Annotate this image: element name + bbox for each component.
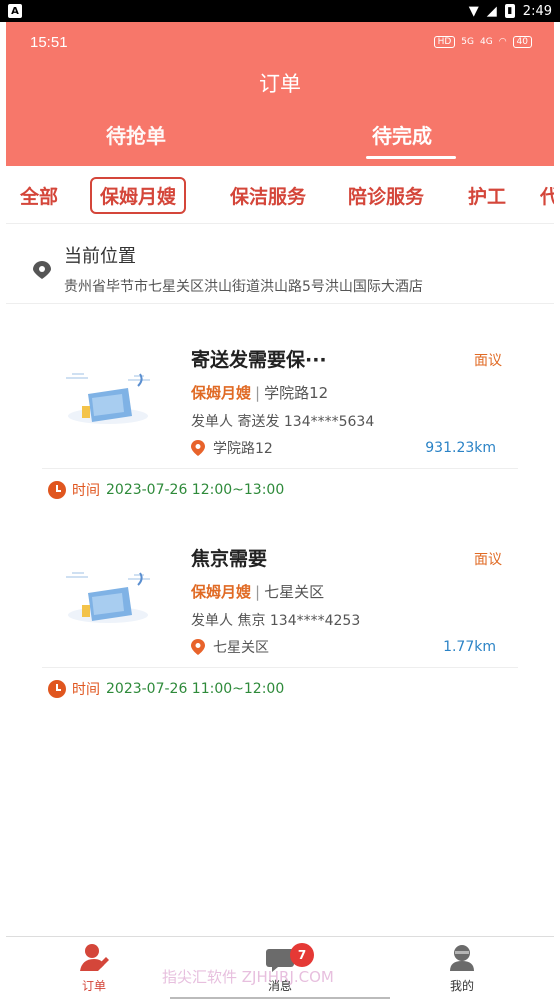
order-category-tag: 保姆月嫂 xyxy=(191,384,252,402)
order-category-tag: 保姆月嫂 xyxy=(191,583,252,601)
message-badge: 7 xyxy=(290,943,314,967)
order-illustration-icon xyxy=(66,572,150,623)
order-area: 学院路12 xyxy=(264,384,329,402)
tab-profile[interactable]: 我的 xyxy=(422,943,502,994)
active-tab-indicator xyxy=(366,156,456,159)
system-time: 2:49 xyxy=(522,3,552,19)
inner-status-icons: HD 5G 4G ◠ 40 xyxy=(433,36,532,48)
hd-icon: HD xyxy=(433,36,456,48)
system-status-bar: A ▼ ◢ ▮ 2:49 xyxy=(0,0,560,22)
time-label: 时间 xyxy=(72,483,100,499)
app-screen: 15:51 HD 5G 4G ◠ 40 订单 待抢单 待完成 全部 保姆月嫂 保… xyxy=(6,22,554,999)
signal-icon: ◢ xyxy=(486,3,497,19)
clock-icon xyxy=(48,680,66,698)
category-escort[interactable]: 陪诊服务 xyxy=(348,182,424,209)
category-filter-bar: 全部 保姆月嫂 保洁服务 陪诊服务 护工 代 xyxy=(6,166,554,224)
order-price: 面议 xyxy=(474,353,502,369)
time-value: 2023-07-26 11:00~12:00 xyxy=(106,681,285,697)
order-tag-line: 保姆月嫂 | 七星关区 xyxy=(191,581,324,602)
category-nanny[interactable]: 保姆月嫂 xyxy=(90,177,187,214)
divider xyxy=(42,468,518,469)
order-sender: 发单人 寄送发 134****5634 xyxy=(191,414,375,430)
location-title: 当前位置 xyxy=(64,246,136,267)
tab-orders-label: 订单 xyxy=(81,979,106,993)
order-sender: 发单人 焦京 134****4253 xyxy=(191,613,361,629)
watermark: 指尖汇软件 ZJHHRJ.COM xyxy=(162,968,334,986)
order-distance: 931.23km xyxy=(425,440,496,456)
map-pin-icon xyxy=(191,639,205,655)
category-cleaning[interactable]: 保洁服务 xyxy=(230,182,306,209)
order-title: 寄送发需要保··· xyxy=(191,349,327,371)
wifi-icon: ◠ xyxy=(498,37,507,47)
tab-to-complete[interactable]: 待完成 xyxy=(372,120,432,149)
order-area: 七星关区 xyxy=(264,583,325,601)
category-more[interactable]: 代 xyxy=(540,182,554,209)
category-all[interactable]: 全部 xyxy=(20,182,58,209)
order-title: 焦京需要 xyxy=(191,548,268,570)
wifi-icon: ▼ xyxy=(468,3,479,19)
divider xyxy=(42,667,518,668)
order-illustration-icon xyxy=(66,373,150,424)
app-indicator-icon: A xyxy=(8,4,22,18)
order-address: 七星关区 xyxy=(213,640,269,656)
battery-icon: ▮ xyxy=(504,4,515,18)
order-address-row: 七星关区 xyxy=(191,637,269,657)
location-address: 贵州省毕节市七星关区洪山街道洪山路5号洪山国际大酒店 xyxy=(64,279,423,295)
eye-location-icon xyxy=(33,261,51,279)
current-location[interactable]: 当前位置 贵州省毕节市七星关区洪山街道洪山路5号洪山国际大酒店 xyxy=(6,228,554,304)
clock-icon xyxy=(48,481,66,499)
time-label: 时间 xyxy=(72,682,100,698)
order-time-row: 时间 2023-07-26 11:00~12:00 xyxy=(48,679,284,699)
page-title: 订单 xyxy=(259,72,301,96)
network-5g-icon: 5G xyxy=(461,37,474,47)
order-card[interactable]: 焦京需要 面议 保姆月嫂 | 七星关区 发单人 焦京 134****4253 七星关… xyxy=(6,521,554,707)
tab-pending-grab[interactable]: 待抢单 xyxy=(106,120,166,149)
category-caregiver[interactable]: 护工 xyxy=(468,182,506,209)
inner-status-time: 15:51 xyxy=(30,34,68,51)
order-icon xyxy=(80,944,109,971)
network-4g-icon: 4G xyxy=(479,37,493,47)
tab-profile-label: 我的 xyxy=(449,979,474,993)
battery-icon: 40 xyxy=(512,36,532,48)
profile-icon xyxy=(450,945,474,971)
order-time-row: 时间 2023-07-26 12:00~13:00 xyxy=(48,480,284,500)
header: 15:51 HD 5G 4G ◠ 40 订单 待抢单 待完成 xyxy=(6,22,554,166)
order-price: 面议 xyxy=(474,552,502,568)
tab-orders[interactable]: 订单 xyxy=(54,943,134,994)
order-tag-line: 保姆月嫂 | 学院路12 xyxy=(191,382,328,403)
time-value: 2023-07-26 12:00~13:00 xyxy=(106,482,285,498)
top-tabs: 待抢单 待完成 xyxy=(6,120,554,160)
order-distance: 1.77km xyxy=(443,639,496,655)
map-pin-icon xyxy=(191,440,205,456)
separator: | xyxy=(255,583,261,601)
order-address-row: 学院路12 xyxy=(191,438,273,458)
separator: | xyxy=(255,384,261,402)
order-card[interactable]: 寄送发需要保··· 面议 保姆月嫂 | 学院路12 发单人 寄送发 134****5… xyxy=(6,322,554,508)
order-address: 学院路12 xyxy=(213,441,273,457)
